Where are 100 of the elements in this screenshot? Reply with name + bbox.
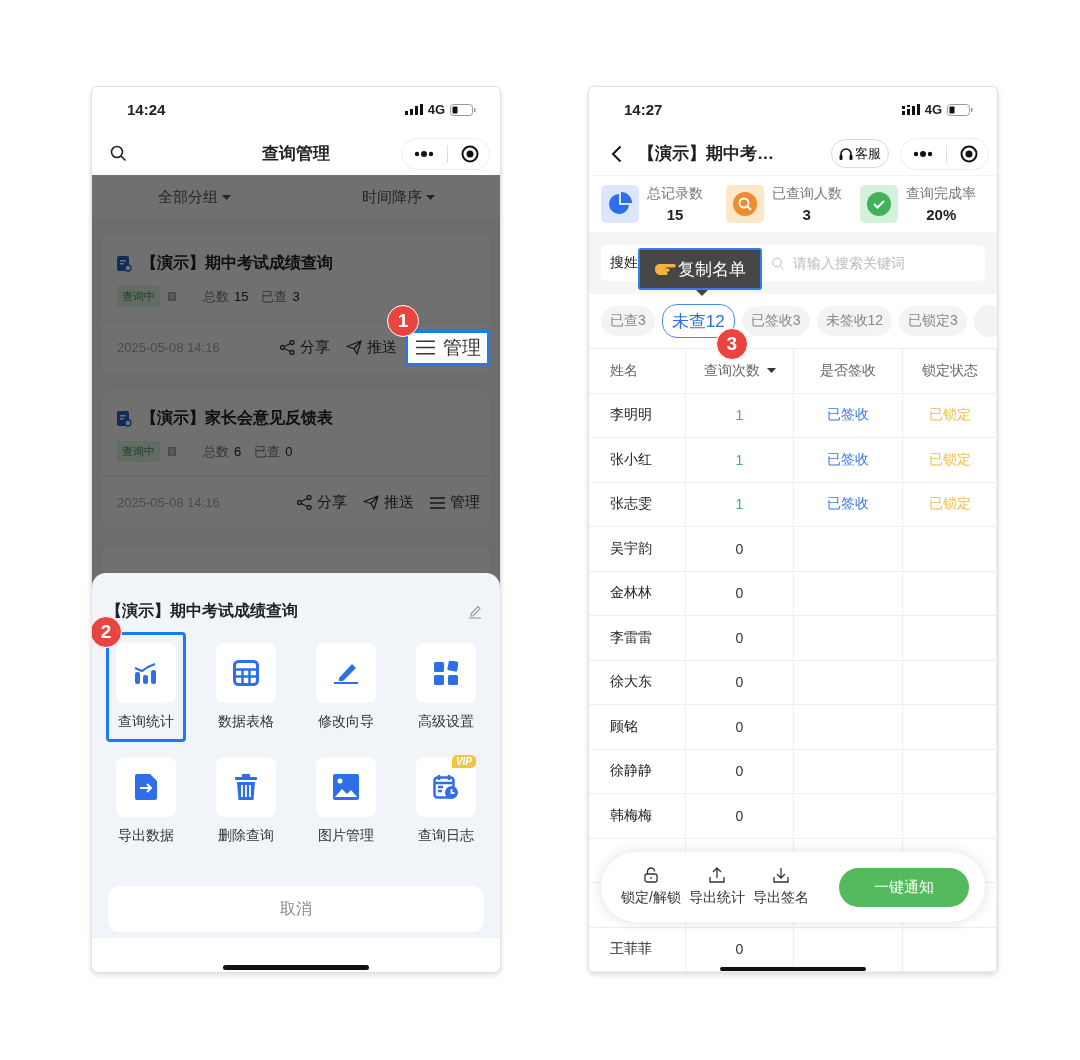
caret-icon xyxy=(425,195,435,200)
card-title: 【演示】期中考试成绩查询 xyxy=(141,253,333,273)
filter-chip[interactable]: 未签收12 xyxy=(816,306,893,336)
search-label: 搜姓 xyxy=(610,254,638,272)
stat-value: 15 xyxy=(234,289,249,304)
filter-dropdown[interactable]: 时间降序 xyxy=(296,175,500,220)
stat-value: 0 xyxy=(285,444,293,459)
tooltip-text: 复制名单 xyxy=(678,258,746,281)
page-title: 查询管理 xyxy=(261,143,331,165)
search-input[interactable]: 请输入搜索关键词 xyxy=(791,254,976,272)
stat-value: 20% xyxy=(926,206,957,223)
table-cell: 已签收 xyxy=(827,495,869,514)
stat-label: 总记录数 xyxy=(647,185,703,203)
stat-value: 3 xyxy=(292,289,300,304)
upload-icon xyxy=(708,867,725,883)
table-cell: 0 xyxy=(735,807,744,824)
file-export-icon xyxy=(116,757,176,817)
stat-label: 查询完成率 xyxy=(906,185,977,203)
table-cell: 0 xyxy=(735,674,744,691)
column-header[interactable]: 是否签收 xyxy=(794,349,903,393)
menu-tile[interactable]: 修改向导 xyxy=(306,632,386,742)
table-cell: 已锁定 xyxy=(928,495,971,514)
table-cell: 已签收 xyxy=(827,406,869,425)
pause-icon xyxy=(168,292,176,301)
filter-chip[interactable]: 已锁定3 xyxy=(899,306,967,336)
menu-tile[interactable]: 删除查询 xyxy=(206,746,286,856)
menu-tile[interactable]: 高级设置 xyxy=(406,632,486,742)
paper-plane-icon xyxy=(346,340,362,355)
table-cell: 徐静静 xyxy=(610,762,652,781)
table-icon xyxy=(216,643,276,703)
menu-tile[interactable]: 图片管理 xyxy=(306,746,386,856)
status-tag: 查询中 xyxy=(117,441,160,462)
toolbar-action[interactable]: 锁定/解锁 xyxy=(621,867,681,907)
check-icon xyxy=(860,185,899,223)
signal-icon xyxy=(404,104,423,115)
card-action[interactable]: 分享 xyxy=(297,493,347,512)
card-title: 【演示】家长会意见反馈表 xyxy=(141,408,333,428)
table-cell: 韩梅梅 xyxy=(610,806,652,825)
table-cell: 吴宇韵 xyxy=(610,539,652,558)
table-cell: 1 xyxy=(735,407,744,424)
filter-chip[interactable]: 已查3 xyxy=(601,306,655,336)
card-action[interactable]: 分享 xyxy=(280,338,330,357)
card-action[interactable]: 管理 xyxy=(405,329,490,366)
trash-icon xyxy=(216,757,276,817)
tiles-icon xyxy=(416,643,476,703)
document-icon xyxy=(117,255,132,272)
filter-chip[interactable]: 已签收3 xyxy=(741,306,810,336)
menu-icon xyxy=(430,496,445,509)
toolbar-action[interactable]: 导出统计 xyxy=(688,867,745,907)
table-cell: 1 xyxy=(735,496,744,513)
battery-icon xyxy=(947,103,973,116)
filter-chip[interactable]: 未查12 xyxy=(661,304,735,338)
status-time: 14:27 xyxy=(624,101,663,118)
card-action[interactable]: 推送 xyxy=(363,493,414,512)
target-icon[interactable] xyxy=(960,144,978,163)
search-icon xyxy=(725,185,764,223)
table-cell: 王菲菲 xyxy=(610,940,652,959)
download-icon xyxy=(772,867,789,883)
stat-label: 已查询人数 xyxy=(771,185,842,203)
caret-icon xyxy=(221,195,231,200)
cancel-button[interactable]: 取消 xyxy=(108,886,484,932)
stat-value: 15 xyxy=(666,206,684,223)
menu-tile[interactable]: 导出数据 xyxy=(106,746,186,856)
pointing-hand-icon xyxy=(654,261,676,277)
step-badge: 1 xyxy=(387,304,419,337)
table-cell: 金林林 xyxy=(610,584,652,603)
target-icon[interactable] xyxy=(461,144,479,163)
search-icon[interactable] xyxy=(110,145,127,162)
bar-chart-icon xyxy=(116,643,176,703)
more-icon[interactable] xyxy=(913,150,933,157)
more-icon[interactable] xyxy=(414,150,434,157)
signal-icon xyxy=(901,104,920,115)
status-time: 14:24 xyxy=(127,101,166,118)
menu-tile[interactable]: VIP 查询日志 xyxy=(406,746,486,856)
vip-badge: VIP xyxy=(451,755,476,768)
pie-chart-icon xyxy=(601,185,639,223)
table-cell: 李雷雷 xyxy=(610,628,652,647)
card-action[interactable]: 推送 xyxy=(346,338,397,357)
status-tag: 查询中 xyxy=(117,286,160,307)
network-label: 4G xyxy=(427,102,445,117)
page-title: 【演示】期中考… xyxy=(638,143,774,165)
filter-dropdown[interactable]: 全部分组 xyxy=(92,175,296,220)
table-cell: 张小红 xyxy=(610,450,652,469)
column-header[interactable]: 姓名 xyxy=(589,349,686,393)
card-action[interactable]: 管理 xyxy=(430,493,480,512)
table-cell: 已锁定 xyxy=(928,450,971,469)
stat-value: 6 xyxy=(234,444,242,459)
paper-plane-icon xyxy=(363,495,379,510)
table-cell: 0 xyxy=(735,763,744,780)
table-cell: 已锁定 xyxy=(928,406,971,425)
document-icon xyxy=(117,410,132,427)
table-cell: 0 xyxy=(735,540,744,557)
toolbar-action[interactable]: 导出签名 xyxy=(752,867,809,907)
column-header[interactable]: 查询次数 xyxy=(686,349,794,393)
pen-icon xyxy=(316,643,376,703)
back-icon[interactable] xyxy=(611,144,622,163)
menu-tile[interactable]: 数据表格 xyxy=(206,632,286,742)
image-icon xyxy=(316,757,376,817)
column-header[interactable]: 锁定状态 xyxy=(903,349,997,393)
share-icon xyxy=(297,495,312,510)
